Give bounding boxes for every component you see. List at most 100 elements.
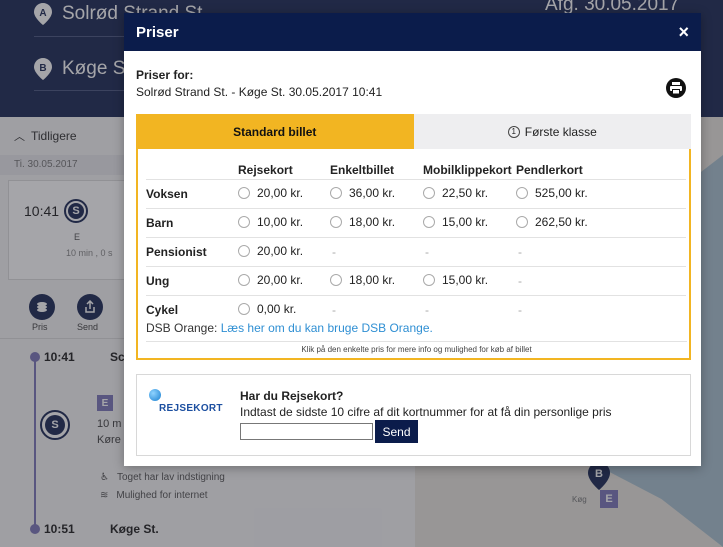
radio-button[interactable]	[238, 186, 250, 199]
price-option[interactable]: 36,00 kr.	[330, 186, 395, 200]
table-row: Pensionist 20,00 kr. - - -	[146, 236, 686, 266]
first-class-number-icon: 1	[507, 125, 520, 138]
radio-button[interactable]	[238, 215, 250, 228]
price-text: 18,00 kr.	[349, 272, 396, 287]
tab-foerste-klasse[interactable]: 1 Første klasse	[413, 114, 691, 149]
price-option[interactable]: 15,00 kr.	[423, 215, 488, 229]
price-cell-pendlerkort: -	[516, 294, 686, 324]
price-text: 22,50 kr.	[442, 185, 489, 200]
price-table: Rejsekort Enkeltbillet Mobilklippekort P…	[146, 161, 686, 324]
price-cell-mobilklippekort: -	[423, 294, 516, 324]
price-cell-rejsekort: 10,00 kr.	[238, 207, 330, 237]
no-price: -	[332, 302, 336, 317]
no-price: -	[425, 302, 429, 317]
rejsekort-logo-icon	[149, 389, 161, 401]
price-text: 10,00 kr.	[257, 214, 304, 229]
column-header-enkeltbillet: Enkeltbillet	[330, 162, 395, 177]
column-header-mobilklippekort: Mobilklippekort	[423, 162, 512, 177]
price-cell-rejsekort: 20,00 kr.	[238, 236, 330, 266]
table-row: Voksen 20,00 kr. 36,00 kr. 22,50 kr. 525,00 …	[146, 178, 686, 208]
radio-button[interactable]	[238, 273, 250, 286]
row-category: Barn	[146, 207, 238, 237]
rejsekort-box: REJSEKORT Har du Rejsekort? Indtast de s…	[136, 374, 691, 456]
table-header-row: Rejsekort Enkeltbillet Mobilklippekort P…	[146, 161, 686, 179]
price-cell-enkeltbillet: -	[330, 236, 423, 266]
dsb-orange-link[interactable]: Læs her om du kan bruge DSB Orange.	[221, 321, 433, 335]
price-cell-enkeltbillet: -	[330, 294, 423, 324]
radio-button[interactable]	[238, 302, 250, 315]
price-text: 20,00 kr.	[257, 272, 304, 287]
radio-button[interactable]	[516, 215, 528, 228]
row-category: Voksen	[146, 178, 238, 208]
close-icon[interactable]: ×	[678, 23, 689, 41]
no-price: -	[518, 273, 522, 288]
price-text: 36,00 kr.	[349, 185, 396, 200]
dsb-orange-label: DSB Orange:	[146, 321, 218, 335]
price-cell-pendlerkort: -	[516, 265, 686, 295]
card-number-input[interactable]	[240, 423, 373, 440]
rejsekort-description: Indtast de sidste 10 cifre af dit kortnu…	[240, 405, 612, 419]
radio-button[interactable]	[330, 215, 342, 228]
row-category: Ung	[146, 265, 238, 295]
price-text: 15,00 kr.	[442, 272, 489, 287]
price-option[interactable]: 0,00 kr.	[238, 302, 296, 316]
tab-standard-billet[interactable]: Standard billet	[136, 114, 414, 149]
row-category: Pensionist	[146, 236, 238, 266]
price-cell-mobilklippekort: 15,00 kr.	[423, 265, 516, 295]
price-cell-rejsekort: 0,00 kr.	[238, 294, 330, 324]
price-cell-rejsekort: 20,00 kr.	[238, 265, 330, 295]
price-text: 20,00 kr.	[257, 185, 304, 200]
price-cell-mobilklippekort: 15,00 kr.	[423, 207, 516, 237]
column-header-rejsekort: Rejsekort	[238, 162, 293, 177]
price-option[interactable]: 20,00 kr.	[238, 244, 303, 258]
price-option[interactable]: 22,50 kr.	[423, 186, 488, 200]
radio-button[interactable]	[423, 215, 435, 228]
rejsekort-logo-text: REJSEKORT	[159, 403, 223, 414]
table-row: Ung 20,00 kr. 18,00 kr. 15,00 kr. -	[146, 265, 686, 295]
modal-header: Priser ×	[124, 13, 701, 51]
price-text: 18,00 kr.	[349, 214, 396, 229]
row-category: Cykel	[146, 294, 238, 324]
table-row: Barn 10,00 kr. 18,00 kr. 15,00 kr. 262,50 kr…	[146, 207, 686, 237]
prices-for-label: Priser for:	[136, 68, 194, 82]
price-cell-rejsekort: 20,00 kr.	[238, 178, 330, 208]
table-row: Cykel 0,00 kr. - - -	[146, 294, 686, 324]
price-option[interactable]: 10,00 kr.	[238, 215, 303, 229]
route-text: Solrød Strand St. - Køge St. 30.05.2017 …	[136, 85, 383, 99]
info-text: Klik på den enkelte pris for mere info o…	[146, 341, 687, 356]
price-text: 525,00 kr.	[535, 185, 588, 200]
price-text: 20,00 kr.	[257, 243, 304, 258]
price-cell-enkeltbillet: 18,00 kr.	[330, 265, 423, 295]
no-price: -	[332, 244, 336, 259]
price-cell-pendlerkort: 262,50 kr.	[516, 207, 686, 237]
price-option[interactable]: 525,00 kr.	[516, 186, 588, 200]
price-option[interactable]: 15,00 kr.	[423, 273, 488, 287]
price-option[interactable]: 18,00 kr.	[330, 273, 395, 287]
tab-label: Standard billet	[233, 124, 317, 139]
price-option[interactable]: 18,00 kr.	[330, 215, 395, 229]
modal-title: Priser	[136, 23, 179, 41]
price-text: 15,00 kr.	[442, 214, 489, 229]
radio-button[interactable]	[423, 273, 435, 286]
rejsekort-title: Har du Rejsekort?	[240, 389, 344, 403]
price-option[interactable]: 20,00 kr.	[238, 273, 303, 287]
price-cell-enkeltbillet: 18,00 kr.	[330, 207, 423, 237]
radio-button[interactable]	[330, 186, 342, 199]
column-header	[146, 161, 238, 179]
price-cell-enkeltbillet: 36,00 kr.	[330, 178, 423, 208]
price-option[interactable]: 20,00 kr.	[238, 186, 303, 200]
no-price: -	[518, 302, 522, 317]
tab-label: Første klasse	[524, 124, 597, 139]
price-cell-mobilklippekort: -	[423, 236, 516, 266]
send-button[interactable]: Send	[375, 420, 418, 443]
radio-button[interactable]	[330, 273, 342, 286]
rejsekort-logo: REJSEKORT	[149, 389, 229, 419]
price-cell-mobilklippekort: 22,50 kr.	[423, 178, 516, 208]
dsb-orange-row: DSB Orange: Læs her om du kan bruge DSB …	[146, 321, 433, 335]
price-option[interactable]: 262,50 kr.	[516, 215, 588, 229]
price-cell-pendlerkort: -	[516, 236, 686, 266]
print-icon[interactable]	[666, 78, 686, 98]
radio-button[interactable]	[423, 186, 435, 199]
radio-button[interactable]	[516, 186, 528, 199]
radio-button[interactable]	[238, 244, 250, 257]
